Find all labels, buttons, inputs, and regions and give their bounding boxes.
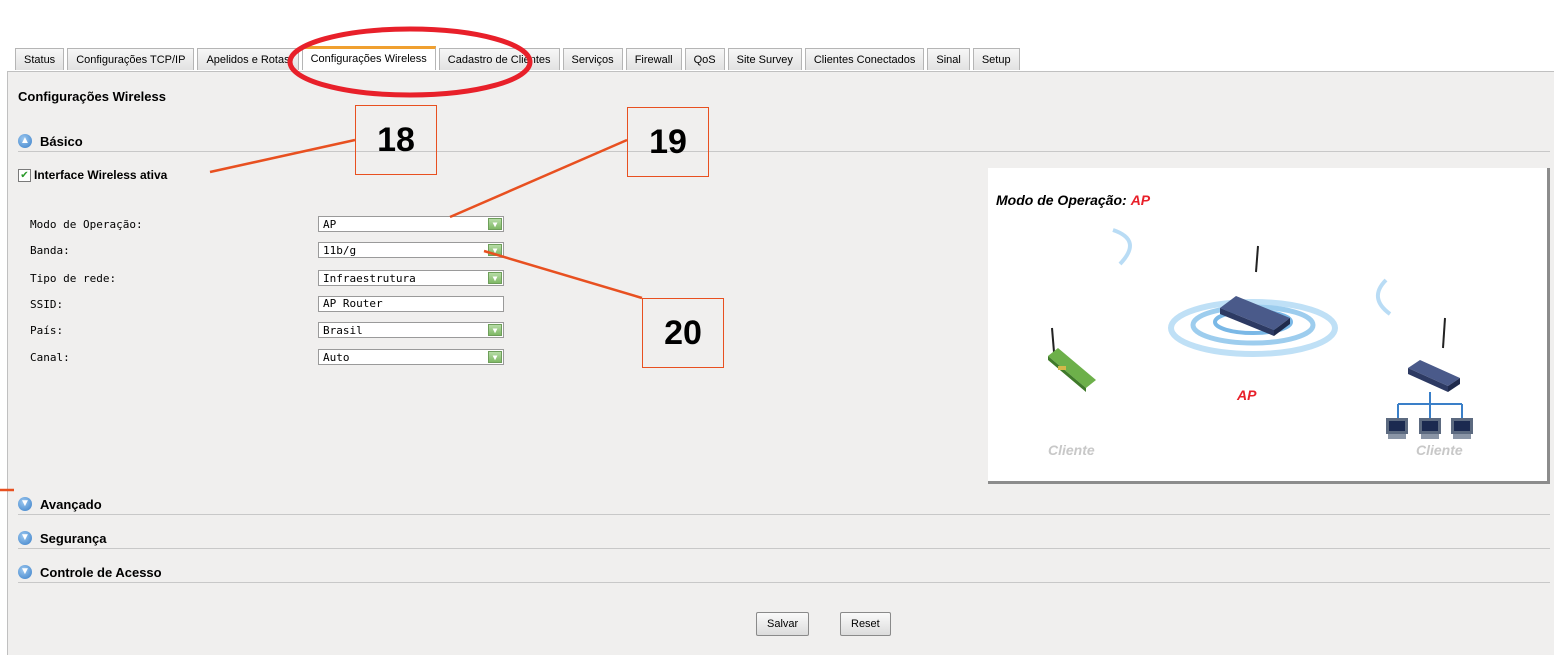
section-security-header[interactable]: ▼ Segurança bbox=[18, 528, 1550, 549]
chevron-down-icon: ▼ bbox=[488, 272, 502, 284]
section-security-label: Segurança bbox=[40, 530, 107, 546]
tab-bar: Status Configurações TCP/IP Apelidos e R… bbox=[15, 46, 1023, 72]
save-button[interactable]: Salvar bbox=[756, 612, 810, 636]
tab-apelidos-rotas[interactable]: Apelidos e Rotas bbox=[197, 48, 299, 70]
tab-setup[interactable]: Setup bbox=[972, 48, 1020, 70]
band-select[interactable]: 11b/g ▼ bbox=[318, 242, 504, 258]
country-select[interactable]: Brasil ▼ bbox=[318, 322, 504, 338]
channel-select-value: Auto bbox=[323, 350, 350, 364]
expand-down-icon: ▼ bbox=[18, 497, 32, 511]
network-illustration bbox=[1048, 228, 1473, 439]
form-row-network-type: Tipo de rede: Infraestrutura ▼ bbox=[30, 269, 504, 287]
network-type-select-value: Infraestrutura bbox=[323, 271, 416, 285]
expand-down-icon: ▼ bbox=[18, 531, 32, 545]
computers-icon bbox=[1386, 418, 1473, 439]
ssid-label: SSID: bbox=[30, 297, 64, 311]
form-row-ssid: SSID: AP Router bbox=[30, 295, 504, 313]
form-row-channel: Canal: Auto ▼ bbox=[30, 348, 504, 366]
mode-select[interactable]: AP ▼ bbox=[318, 216, 504, 232]
channel-select[interactable]: Auto ▼ bbox=[318, 349, 504, 365]
mode-label: Modo de Operação: bbox=[30, 217, 143, 231]
section-access-control-label: Controle de Acesso bbox=[40, 564, 162, 580]
wireless-card-icon bbox=[1048, 327, 1096, 392]
wireless-enable-row: ✔ Interface Wireless ativa bbox=[18, 168, 167, 182]
annotation-20: 20 bbox=[642, 298, 724, 368]
collapse-up-icon: ▲ bbox=[18, 134, 32, 148]
tab-servicos[interactable]: Serviços bbox=[562, 48, 623, 70]
ap-router-icon bbox=[1220, 245, 1290, 336]
form-row-band: Banda: 11b/g ▼ bbox=[30, 241, 504, 259]
section-basic-label: Básico bbox=[40, 133, 83, 149]
form-row-country: País: Brasil ▼ bbox=[30, 321, 504, 339]
chevron-down-icon: ▼ bbox=[488, 218, 502, 230]
diagram-client-right: Cliente bbox=[1416, 442, 1463, 458]
band-label: Banda: bbox=[30, 243, 70, 257]
operation-mode-diagram: Modo de Operação: AP AP Cliente Cliente bbox=[988, 168, 1550, 484]
country-label: País: bbox=[30, 323, 64, 337]
diagram-client-left: Cliente bbox=[1048, 442, 1095, 458]
wireless-enable-checkbox[interactable]: ✔ bbox=[18, 168, 31, 182]
chevron-down-icon: ▼ bbox=[488, 324, 502, 336]
annotation-19: 19 bbox=[627, 107, 709, 177]
chevron-down-icon: ▼ bbox=[488, 351, 502, 363]
tab-firewall[interactable]: Firewall bbox=[625, 48, 682, 70]
tab-clientes-conectados[interactable]: Clientes Conectados bbox=[804, 48, 925, 70]
section-advanced-label: Avançado bbox=[40, 496, 102, 512]
tab-qos[interactable]: QoS bbox=[684, 48, 725, 70]
diagram-ap-label: AP bbox=[1237, 387, 1257, 403]
client-signal-arc-icon bbox=[1376, 278, 1392, 316]
expand-down-icon: ▼ bbox=[18, 565, 32, 579]
page-title: Configurações Wireless bbox=[18, 89, 166, 104]
network-lines-icon bbox=[1397, 392, 1463, 418]
wireless-enable-label: Interface Wireless ativa bbox=[34, 168, 168, 182]
client-signal-arc-icon bbox=[1112, 228, 1132, 266]
section-advanced-header[interactable]: ▼ Avançado bbox=[18, 494, 1550, 515]
annotation-18: 18 bbox=[355, 105, 437, 175]
form-row-mode: Modo de Operação: AP ▼ bbox=[30, 215, 504, 233]
tab-sinal[interactable]: Sinal bbox=[927, 48, 970, 70]
tab-site-survey[interactable]: Site Survey bbox=[727, 48, 802, 70]
client-router-icon bbox=[1408, 317, 1460, 392]
section-basic-header[interactable]: ▲ Básico bbox=[18, 131, 1550, 152]
country-select-value: Brasil bbox=[323, 323, 363, 337]
reset-button[interactable]: Reset bbox=[840, 612, 891, 636]
tab-cadastro-clientes[interactable]: Cadastro de Clientes bbox=[438, 48, 560, 70]
ssid-input[interactable]: AP Router bbox=[318, 296, 504, 312]
mode-select-value: AP bbox=[323, 217, 337, 231]
tab-configuracoes-wireless[interactable]: Configurações Wireless bbox=[301, 46, 436, 70]
wireless-settings-panel: Configurações Wireless ▲ Básico ✔ Interf… bbox=[7, 71, 1554, 655]
tab-status[interactable]: Status bbox=[15, 48, 65, 70]
network-type-select[interactable]: Infraestrutura ▼ bbox=[318, 270, 504, 286]
tab-tcpip[interactable]: Configurações TCP/IP bbox=[67, 48, 195, 70]
chevron-down-icon: ▼ bbox=[488, 244, 502, 256]
section-access-control-header[interactable]: ▼ Controle de Acesso bbox=[18, 562, 1550, 583]
band-select-value: 11b/g bbox=[323, 243, 357, 257]
channel-label: Canal: bbox=[30, 350, 70, 364]
network-type-label: Tipo de rede: bbox=[30, 271, 117, 285]
